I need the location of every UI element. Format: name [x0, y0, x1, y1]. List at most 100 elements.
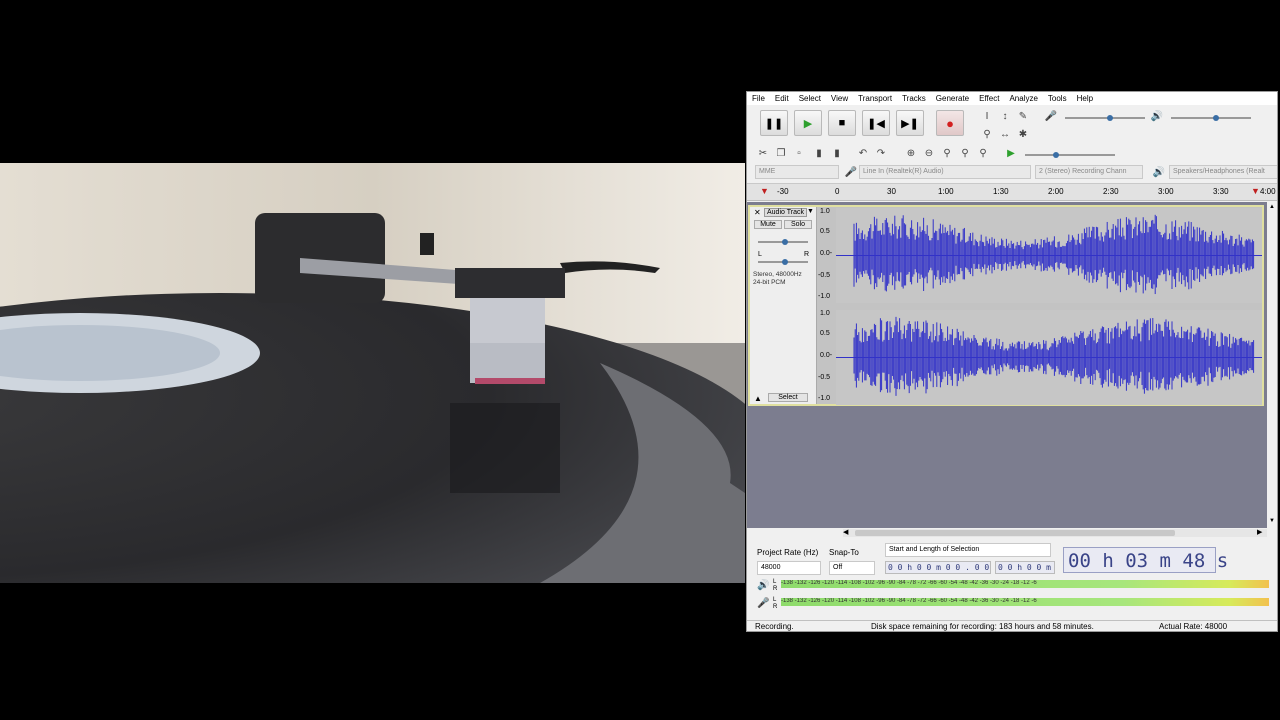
- meter-channel-r: R: [773, 586, 778, 592]
- mute-button[interactable]: Mute: [754, 220, 782, 229]
- silence-icon[interactable]: ▮: [829, 145, 845, 161]
- scale-label: -1.0: [818, 293, 831, 300]
- input-device-select[interactable]: Line In (Realtek(R) Audio): [859, 165, 1031, 179]
- record-button[interactable]: ●: [936, 110, 964, 136]
- multi-tool-icon[interactable]: ✱: [1015, 126, 1031, 142]
- menu-tracks[interactable]: Tracks: [897, 92, 931, 105]
- scroll-right-icon[interactable]: ▶: [1257, 528, 1262, 536]
- scale-label: 1.0: [820, 310, 830, 317]
- input-mic-icon: 🎤: [844, 166, 858, 178]
- fit-selection-icon[interactable]: ⚲: [939, 145, 955, 161]
- zoom-tool-icon[interactable]: ⚲: [979, 126, 995, 142]
- ruler-tick: 1:00: [938, 187, 954, 196]
- playback-meter-icon[interactable]: 🔊: [757, 580, 769, 591]
- menu-generate[interactable]: Generate: [931, 92, 974, 105]
- track-close-icon[interactable]: ✕: [754, 208, 761, 217]
- cut-icon[interactable]: ✂: [755, 145, 771, 161]
- menu-file[interactable]: File: [747, 92, 770, 105]
- gain-knob[interactable]: [782, 239, 788, 245]
- audio-track[interactable]: ✕ Audio Track ▼ Mute Solo L R Stereo, 48…: [748, 205, 1264, 406]
- channel-right-scale: 1.0 0.5 0.0- -0.5 -1.0: [816, 310, 836, 406]
- gain-slider[interactable]: [758, 239, 808, 245]
- copy-icon[interactable]: ❐: [773, 145, 789, 161]
- play-button[interactable]: ▶: [794, 110, 822, 136]
- status-actual-rate: Actual Rate: 48000: [1159, 622, 1228, 631]
- playback-volume-slider[interactable]: [1171, 115, 1251, 121]
- timeline-ruler[interactable]: ▼ -30 0 30 1:00 1:30 2:00 2:30 3:00 3:30…: [747, 183, 1277, 201]
- skip-end-button[interactable]: ▶❚: [896, 110, 924, 136]
- envelope-tool-icon[interactable]: ↕: [997, 108, 1013, 124]
- selection-length-time[interactable]: 0 0 h 0 0 m 0: [995, 561, 1055, 574]
- output-device-select[interactable]: Speakers/Headphones (Realt: [1169, 165, 1277, 179]
- ruler-tick: 2:00: [1048, 187, 1064, 196]
- horizontal-scroll-thumb[interactable]: [855, 530, 1175, 536]
- solo-button[interactable]: Solo: [784, 220, 812, 229]
- selection-mode-select[interactable]: Start and Length of Selection: [885, 543, 1051, 557]
- playback-meter[interactable]: -138 -132 -126 -120 -114 -108 -102 -96 -…: [781, 580, 1269, 588]
- playback-volume-knob[interactable]: [1213, 115, 1219, 121]
- zoom-in-icon[interactable]: ⊕: [903, 145, 919, 161]
- skip-start-button[interactable]: ❚◀: [862, 110, 890, 136]
- play-speed-slider[interactable]: [1025, 152, 1115, 158]
- waveform-left-channel[interactable]: [836, 208, 1262, 303]
- menu-transport[interactable]: Transport: [853, 92, 897, 105]
- mic-icon: 🎤: [1044, 110, 1058, 122]
- project-rate-select[interactable]: 48000: [757, 561, 821, 575]
- zoom-toggle-icon[interactable]: ⚲: [975, 145, 991, 161]
- track-menu-chevron-icon[interactable]: ▼: [807, 208, 814, 215]
- play-at-speed-icon[interactable]: ▶: [1003, 145, 1019, 161]
- pan-knob[interactable]: [782, 259, 788, 265]
- paste-icon[interactable]: ▫: [791, 145, 807, 161]
- menu-effect[interactable]: Effect: [974, 92, 1004, 105]
- menu-edit[interactable]: Edit: [770, 92, 794, 105]
- horizontal-scrollbar[interactable]: ◀ ▶: [843, 529, 1267, 537]
- fit-project-icon[interactable]: ⚲: [957, 145, 973, 161]
- redo-icon[interactable]: ↷: [873, 145, 889, 161]
- waveform-right-channel[interactable]: [836, 310, 1262, 405]
- pause-button[interactable]: ❚❚: [760, 110, 788, 136]
- status-state: Recording.: [755, 622, 794, 631]
- recording-volume-knob[interactable]: [1107, 115, 1113, 121]
- draw-tool-icon[interactable]: ✎: [1015, 108, 1031, 124]
- selection-start-time[interactable]: 0 0 h 0 0 m 0 0 . 0 0 0 s: [885, 561, 991, 574]
- menu-tools[interactable]: Tools: [1043, 92, 1072, 105]
- ruler-end-marker-icon: ▼: [1251, 186, 1260, 196]
- recording-meter[interactable]: -138 -132 -126 -120 -114 -108 -102 -96 -…: [781, 598, 1269, 606]
- scroll-up-icon[interactable]: ▲: [1269, 204, 1275, 210]
- undo-icon[interactable]: ↶: [855, 145, 871, 161]
- vertical-scrollbar[interactable]: ▲ ▼: [1267, 202, 1277, 532]
- channels-select[interactable]: 2 (Stereo) Recording Chann: [1035, 165, 1143, 179]
- skip-end-icon: ▶❚: [901, 117, 919, 130]
- collapse-track-icon[interactable]: ▲: [754, 394, 762, 403]
- play-icon: ▶: [803, 117, 813, 130]
- recording-meter-icon[interactable]: 🎤: [757, 598, 769, 609]
- audio-host-select[interactable]: MME: [755, 165, 839, 179]
- menu-help[interactable]: Help: [1072, 92, 1098, 105]
- menu-bar: File Edit Select View Transport Tracks G…: [747, 92, 1277, 105]
- scale-label: -1.0: [818, 395, 831, 402]
- tracks-area[interactable]: ✕ Audio Track ▼ Mute Solo L R Stereo, 48…: [747, 202, 1267, 528]
- zoom-out-icon[interactable]: ⊖: [921, 145, 937, 161]
- stop-icon: ■: [838, 117, 846, 129]
- status-disk-space: Disk space remaining for recording: 183 …: [871, 622, 1094, 631]
- scroll-left-icon[interactable]: ◀: [843, 528, 848, 536]
- play-speed-knob[interactable]: [1053, 152, 1059, 158]
- stop-button[interactable]: ■: [828, 110, 856, 136]
- selection-tool-icon[interactable]: I: [979, 108, 995, 124]
- menu-analyze[interactable]: Analyze: [1004, 92, 1042, 105]
- menu-view[interactable]: View: [826, 92, 853, 105]
- scale-label: -0.5: [818, 272, 831, 279]
- track-name-button[interactable]: Audio Track: [764, 208, 807, 217]
- audacity-window: File Edit Select View Transport Tracks G…: [746, 91, 1278, 632]
- track-select-button[interactable]: Select: [768, 393, 808, 402]
- audio-position-time: 00 h 03 m 48 s: [1063, 547, 1228, 573]
- status-bar: Recording. Disk space remaining for reco…: [747, 620, 1277, 631]
- snap-to-select[interactable]: Off: [829, 561, 875, 575]
- trim-icon[interactable]: ▮: [811, 145, 827, 161]
- scale-label: 0.0-: [820, 352, 833, 359]
- timeshift-tool-icon[interactable]: ↔: [997, 126, 1013, 142]
- pan-slider[interactable]: [758, 259, 808, 265]
- recording-volume-slider[interactable]: [1065, 115, 1145, 121]
- menu-select[interactable]: Select: [794, 92, 826, 105]
- scroll-down-icon[interactable]: ▼: [1269, 518, 1275, 524]
